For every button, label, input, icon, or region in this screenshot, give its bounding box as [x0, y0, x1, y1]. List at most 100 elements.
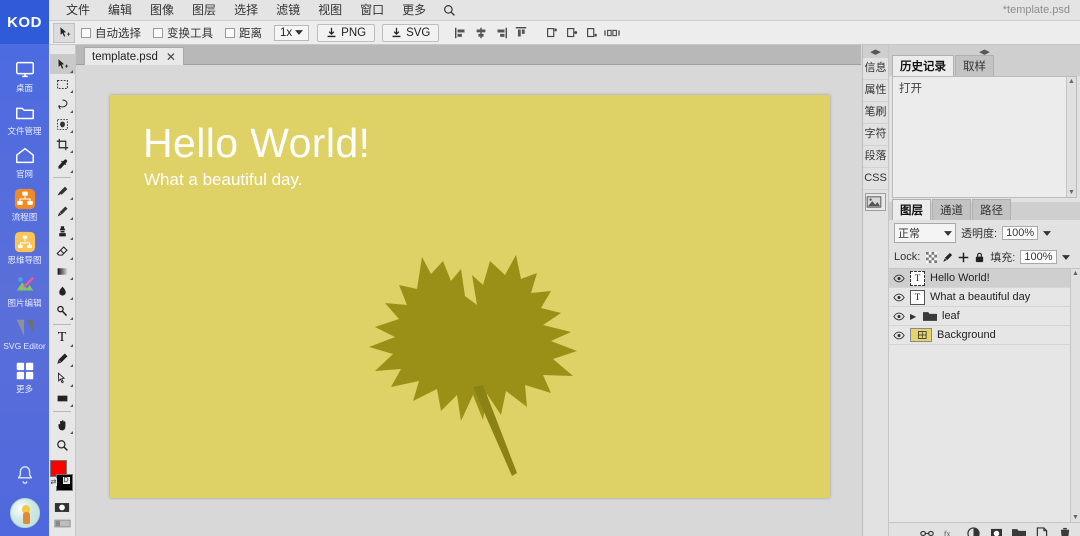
blend-mode-select[interactable]: 正常 — [894, 223, 956, 243]
align-center-h-icon[interactable] — [472, 24, 489, 41]
new-group-icon[interactable] — [1012, 526, 1026, 536]
eye-icon[interactable] — [893, 291, 905, 303]
opacity-value[interactable]: 100% — [1002, 226, 1039, 240]
close-icon[interactable]: ✕ — [166, 50, 176, 64]
tab-channels[interactable]: 通道 — [932, 199, 971, 220]
link-layers-icon[interactable] — [920, 526, 934, 536]
layer-list[interactable]: T Hello World! T What a beautiful day ▶ — [889, 268, 1080, 523]
reset-colors-icon[interactable]: ⇄ — [49, 478, 58, 486]
kod-logo[interactable]: KOD — [0, 0, 49, 44]
menu-image[interactable]: 图像 — [141, 1, 183, 20]
fill-value[interactable]: 100% — [1020, 250, 1057, 264]
align-left-icon[interactable] — [452, 24, 469, 41]
export-svg-button[interactable]: SVG — [382, 23, 440, 42]
panel-tab-info[interactable]: 信息 — [863, 58, 888, 80]
distribute-left-icon[interactable] — [543, 24, 560, 41]
layer-row[interactable]: ▶ leaf — [889, 307, 1080, 326]
export-png-button[interactable]: PNG — [317, 23, 376, 42]
eye-icon[interactable] — [893, 272, 905, 284]
hand-tool[interactable] — [50, 415, 75, 435]
panel-tab-properties[interactable]: 属性 — [863, 80, 888, 102]
lock-transparent-icon[interactable] — [925, 251, 937, 263]
eyedropper-tool[interactable] — [50, 154, 75, 174]
align-right-icon[interactable] — [492, 24, 509, 41]
delete-layer-icon[interactable] — [1058, 526, 1072, 536]
panel-tab-brush[interactable]: 笔刷 — [863, 102, 888, 124]
layer-row[interactable]: T What a beautiful day — [889, 288, 1080, 307]
menu-layer[interactable]: 图层 — [183, 1, 225, 20]
distribute-spacing-icon[interactable] — [603, 24, 620, 41]
zoom-tool[interactable] — [50, 435, 75, 455]
transform-tool-box[interactable] — [153, 27, 163, 38]
menu-more[interactable]: 更多 — [393, 1, 435, 20]
zoom-level-select[interactable]: 1x — [274, 24, 310, 41]
tab-layers[interactable]: 图层 — [892, 199, 931, 220]
fill-stepper-icon[interactable] — [1061, 254, 1070, 260]
canvas-heading[interactable]: Hello World! — [143, 120, 370, 167]
menu-window[interactable]: 窗口 — [351, 1, 393, 20]
group-expand-icon[interactable]: ▶ — [910, 312, 918, 321]
clone-stamp-tool[interactable] — [50, 221, 75, 241]
scroll-down-icon[interactable]: ▼ — [1067, 188, 1076, 197]
lock-paint-icon[interactable] — [941, 251, 953, 263]
distribute-right-icon[interactable] — [583, 24, 600, 41]
panel-tab-css[interactable]: CSS — [863, 168, 888, 190]
menu-filter[interactable]: 滤镜 — [267, 1, 309, 20]
checkbox-auto-select[interactable]: 自动选择 — [81, 25, 141, 41]
rail-item-image-edit[interactable]: 图片编辑 — [0, 269, 49, 312]
history-item-open[interactable]: 打开 — [893, 77, 1076, 99]
scroll-down-icon[interactable]: ▼ — [1071, 513, 1080, 522]
history-scrollbar[interactable]: ▲ ▼ — [1066, 77, 1076, 197]
checkbox-distance[interactable]: 距离 — [225, 25, 262, 41]
eye-icon[interactable] — [893, 329, 905, 341]
document-tab-template-psd[interactable]: template.psd ✕ — [84, 47, 184, 65]
canvas-subheading[interactable]: What a beautiful day. — [144, 170, 302, 190]
layer-scrollbar[interactable]: ▲ ▼ — [1070, 269, 1080, 522]
align-top-icon[interactable] — [512, 24, 529, 41]
crop-tool[interactable] — [50, 134, 75, 154]
rail-item-desktop[interactable]: 桌面 — [0, 54, 49, 97]
menu-file[interactable]: 文件 — [57, 1, 99, 20]
bell-icon[interactable] — [14, 464, 36, 486]
screen-mode-toggle[interactable] — [50, 516, 75, 530]
rail-item-flowchart[interactable]: 流程图 — [0, 183, 49, 226]
maple-leaf-artwork[interactable] — [365, 235, 595, 495]
menu-view[interactable]: 视图 — [309, 1, 351, 20]
avatar[interactable] — [9, 498, 40, 528]
panel-strip-grip[interactable]: ◀▶ — [863, 45, 888, 58]
opacity-stepper-icon[interactable] — [1043, 230, 1052, 236]
search-icon[interactable] — [435, 4, 464, 17]
default-colors-icon[interactable]: D — [62, 477, 70, 484]
quick-mask-toggle[interactable] — [50, 499, 75, 515]
layer-mask-icon[interactable] — [989, 526, 1003, 536]
lasso-tool[interactable] — [50, 94, 75, 114]
blur-tool[interactable] — [50, 281, 75, 301]
scroll-up-icon[interactable]: ▲ — [1067, 77, 1076, 86]
image-icon[interactable] — [865, 193, 886, 211]
tab-sampling[interactable]: 取样 — [955, 55, 994, 76]
lock-all-icon[interactable] — [973, 251, 985, 263]
move-tool[interactable] — [49, 54, 75, 74]
auto-select-box[interactable] — [81, 27, 91, 38]
rail-item-website[interactable]: 官网 — [0, 140, 49, 183]
tab-history[interactable]: 历史记录 — [892, 55, 954, 76]
path-select-tool[interactable] — [50, 368, 75, 388]
menu-select[interactable]: 选择 — [225, 1, 267, 20]
checkbox-transform-tool[interactable]: 变换工具 — [153, 25, 213, 41]
new-layer-icon[interactable] — [1035, 526, 1049, 536]
distance-box[interactable] — [225, 27, 235, 38]
shape-tool[interactable] — [50, 388, 75, 408]
layer-row[interactable]: T Hello World! — [889, 269, 1080, 288]
canvas-workspace[interactable]: Hello World! What a beautiful day. — [76, 65, 861, 536]
rail-item-more[interactable]: 更多 — [0, 355, 49, 398]
layer-row[interactable]: Background — [889, 326, 1080, 345]
adjustment-layer-icon[interactable] — [966, 526, 980, 536]
healing-brush-tool[interactable] — [50, 181, 75, 201]
history-list[interactable]: 打开 ▲ ▼ — [892, 76, 1077, 198]
menu-edit[interactable]: 编辑 — [99, 1, 141, 20]
dodge-tool[interactable] — [50, 301, 75, 321]
marquee-tool[interactable] — [50, 74, 75, 94]
text-tool[interactable]: T — [50, 328, 75, 348]
color-swatches[interactable]: ⇄ D — [49, 460, 75, 496]
distribute-center-icon[interactable] — [563, 24, 580, 41]
